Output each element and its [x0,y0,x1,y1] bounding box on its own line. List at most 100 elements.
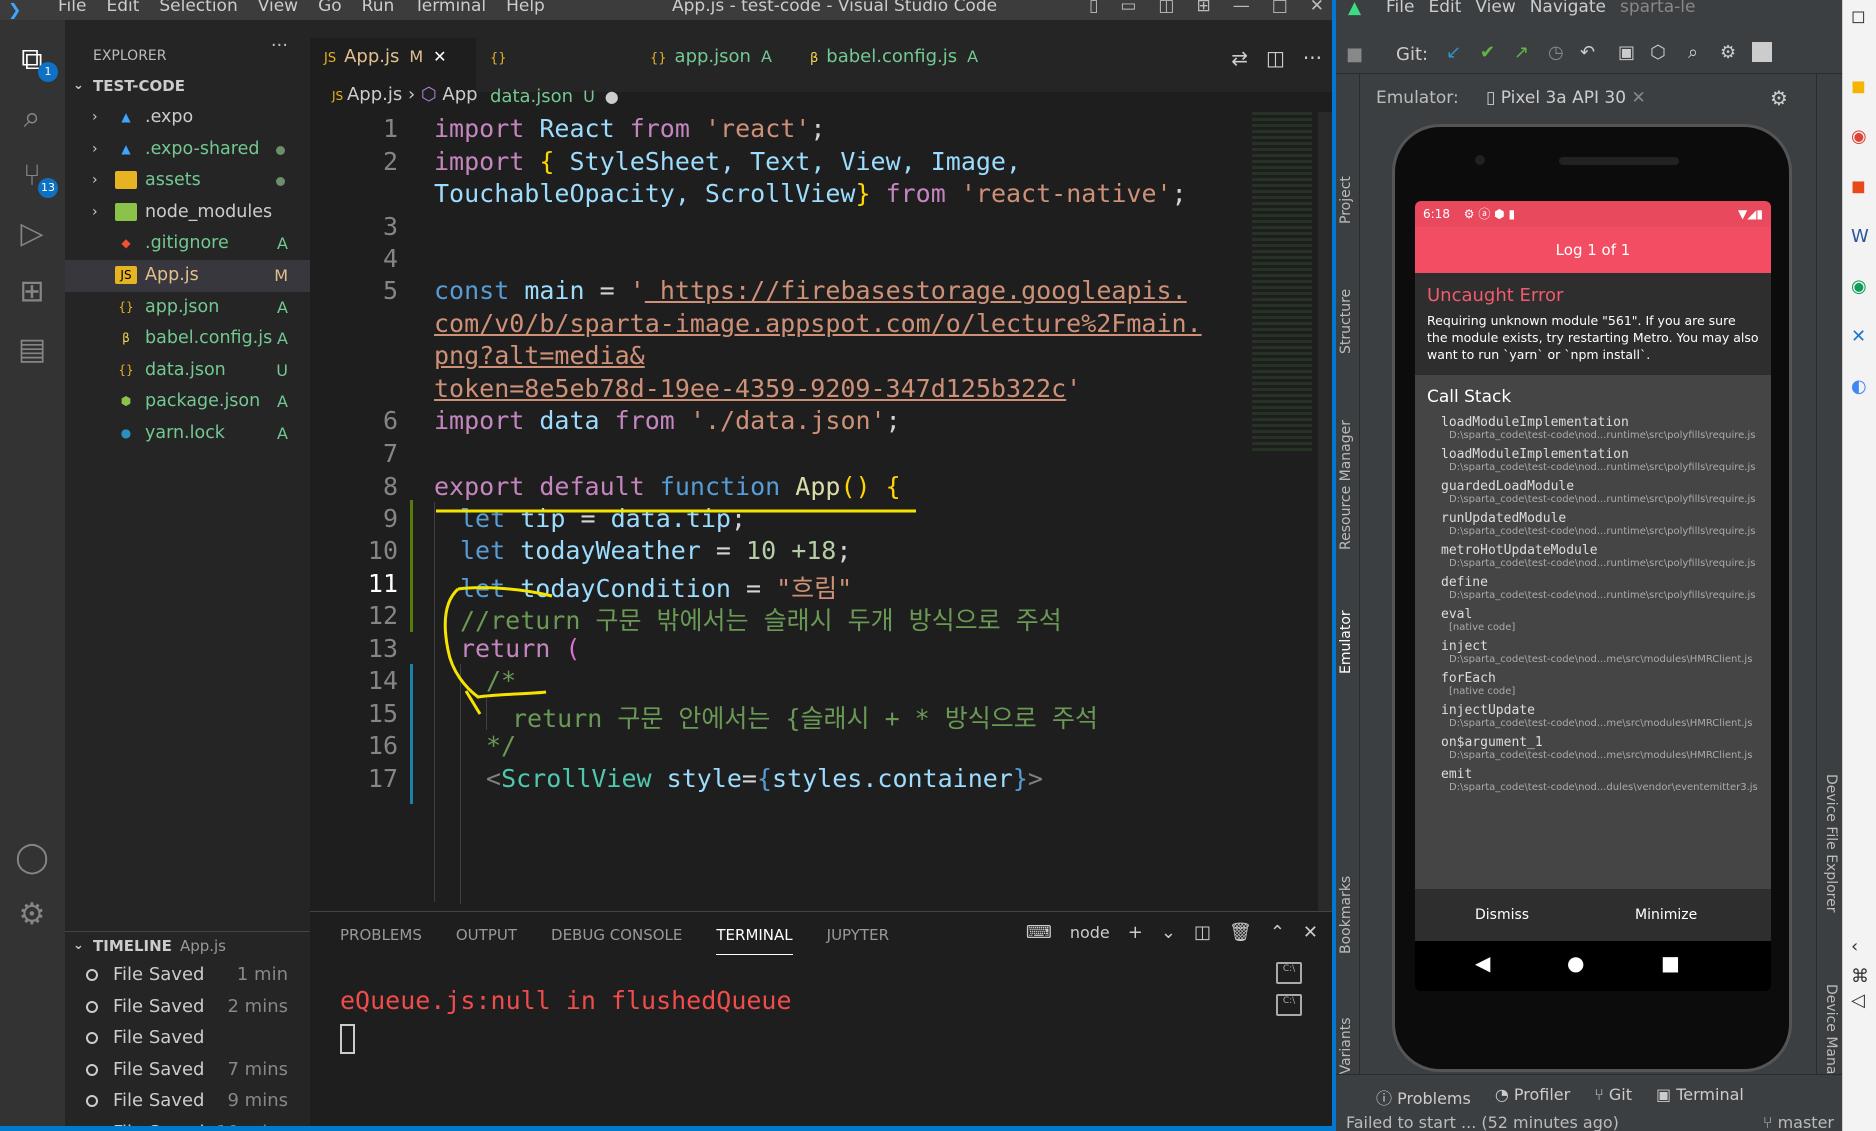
as-menu-file[interactable]: File [1386,0,1414,17]
tab-problems[interactable]: PROBLEMS [340,926,422,955]
as-menu-edit[interactable]: Edit [1428,0,1461,17]
settings-gear-icon[interactable]: ⚙ [1720,42,1736,63]
stack-frame[interactable]: inject D:\sparta_code\test-code\nod...me\… [1427,639,1759,665]
stack-frame[interactable]: loadModuleImplementation D:\sparta_code\t… [1427,447,1759,473]
rollback-icon[interactable]: ↶ [1580,42,1595,63]
tool-problems[interactable]: ⓘ Problems [1376,1085,1471,1109]
account-icon[interactable]: ◯ [12,838,52,878]
breadcrumb-file[interactable]: App.js [347,84,402,105]
tree-item-package-json[interactable]: ⬢ package.json A [65,386,310,418]
compare-changes-icon[interactable]: ⇄ [1231,46,1248,70]
search-icon[interactable]: ⌕ [12,98,52,138]
tab-jupyter[interactable]: JUPYTER [827,926,889,955]
home-icon[interactable]: ● [1567,951,1584,975]
stack-frame[interactable]: runUpdatedModule D:\sparta_code\test-code… [1427,511,1759,537]
as-menu-view[interactable]: View [1475,0,1515,17]
tree-item-gitignore[interactable]: ◆ .gitignore A [65,228,310,260]
dismiss-button[interactable]: Dismiss [1475,907,1529,923]
tab-debug-console[interactable]: DEBUG CONSOLE [551,926,682,955]
run-debug-icon[interactable]: ▷ [12,214,52,254]
timeline-item[interactable]: File Saved 9 mins [65,1085,310,1117]
stack-frame[interactable]: metroHotUpdateModule D:\sparta_code\test-… [1427,543,1759,569]
tool-git[interactable]: ⑂ Git [1594,1085,1632,1109]
layout-custom-icon[interactable]: ⊞ [1196,0,1210,16]
menu-edit[interactable]: Edit [106,0,139,16]
timeline-item[interactable]: File Saved 1 min [65,959,310,991]
back-icon[interactable]: ◀ [1475,951,1490,975]
tree-item-yarn-lock[interactable]: ● yarn.lock A [65,418,310,450]
tab-app-json[interactable]: {} app.json A [636,38,796,92]
tool-terminal[interactable]: ▣ Terminal [1656,1085,1744,1109]
menu-file[interactable]: File [58,0,86,16]
layout-panel-icon[interactable]: ▭ [1120,0,1136,16]
breadcrumb-symbol[interactable]: App [442,84,477,105]
explorer-icon[interactable]: ⧉ 1 [12,40,58,82]
stop-icon[interactable]: ■ [1346,44,1363,65]
chevron-down-icon[interactable]: ⌄ [1161,922,1176,943]
app-icon[interactable]: ◼ [1851,76,1866,97]
network-icon[interactable]: ⌘ [1851,966,1869,987]
tool-project[interactable]: Project [1338,176,1354,224]
chrome-icon[interactable]: ◉ [1851,126,1867,147]
timeline-item[interactable]: File Saved 7 mins [65,1054,310,1086]
menu-go[interactable]: Go [318,0,342,16]
app-icon[interactable]: ◼ [1851,176,1866,197]
tool-emulator[interactable]: Emulator [1338,610,1354,674]
tab-device[interactable]: ▯ Pixel 3a API 30 ✕ [1486,88,1646,108]
tool-profiler[interactable]: ◔ Profiler [1495,1085,1570,1109]
tree-item-app-json[interactable]: {} app.json A [65,292,310,324]
more-actions-icon[interactable]: ··· [1303,46,1322,70]
editor-scrollbar[interactable] [1318,112,1332,911]
sdk-icon[interactable]: ⬡ [1650,42,1666,63]
stack-frame[interactable]: injectUpdate D:\sparta_code\test-code\nod… [1427,703,1759,729]
git-update-icon[interactable]: ↙ [1446,42,1461,63]
search-icon[interactable]: ⌕ [1688,42,1698,63]
git-push-icon[interactable]: ↗ [1514,42,1529,63]
minimize-button[interactable]: Minimize [1635,907,1697,923]
call-stack[interactable]: Call Stack loadModuleImplementation D:\sp… [1415,375,1771,889]
stack-frame[interactable]: emit D:\sparta_code\test-code\nod...dules… [1427,767,1759,793]
tree-item-data-json[interactable]: {} data.json U [65,355,310,387]
menu-selection[interactable]: Selection [159,0,237,16]
trash-icon[interactable]: 🗑 [1229,922,1252,943]
maximize-panel-icon[interactable]: ⌃ [1270,922,1285,943]
tab-output[interactable]: OUTPUT [456,926,517,955]
tree-item-expo[interactable]: › ▲ .expo [65,102,310,134]
menu-terminal[interactable]: Terminal [414,0,486,16]
add-terminal-icon[interactable]: + [1128,922,1143,943]
recents-icon[interactable]: ■ [1661,951,1680,975]
tree-item-assets[interactable]: › assets [65,165,310,197]
tab-babel-config[interactable]: β babel.config.js A [796,38,986,92]
split-terminal-icon[interactable]: ◫ [1194,922,1211,943]
volume-icon[interactable]: ◁ [1851,990,1865,1011]
tool-structure[interactable]: Structure [1338,289,1354,354]
tree-item-app-js[interactable]: JS App.js M [65,259,310,292]
tool-resource-manager[interactable]: Resource Manager [1338,420,1354,550]
terminal-shell-select[interactable]: node [1070,923,1110,942]
emulator-settings-icon[interactable]: ⚙ [1770,86,1788,110]
tool-device-file-explorer[interactable]: Device File Explorer [1823,774,1839,913]
layout-sidebar-icon[interactable]: ▯ [1089,0,1098,16]
menu-help[interactable]: Help [506,0,545,16]
terminal-cursor[interactable] [340,1024,355,1054]
app-icon[interactable]: ◻ [1851,6,1866,27]
timeline-item[interactable]: File Saved [65,1022,310,1054]
minimap[interactable] [1252,112,1312,452]
tab-data-json[interactable]: {} data.json U ● [476,38,636,107]
source-control-icon[interactable]: ⑂ 13 [12,156,58,198]
split-editor-icon[interactable]: ◫ [1266,46,1285,70]
word-icon[interactable]: W [1851,226,1869,247]
chrome-icon[interactable]: ◉ [1851,276,1867,297]
as-menu-navigate[interactable]: Navigate [1530,0,1606,17]
chevron-left-icon[interactable]: ‹ [1851,936,1858,957]
stack-frame[interactable]: forEach [native code] [1427,671,1759,697]
code-area[interactable]: 1 2 3 4 5 6 7 8 9 10 11 12 13 14 15 16 1… [310,112,1332,911]
minimize-icon[interactable]: — [1233,0,1250,16]
extensions-icon[interactable]: ⊞ [12,272,52,312]
git-branch[interactable]: ⑂ master [1763,1113,1834,1131]
app-icon[interactable]: ◐ [1851,376,1867,397]
timeline-item[interactable]: File Saved 2 mins [65,991,310,1023]
workspace-folder-header[interactable]: ⌄ TEST-CODE [65,68,310,96]
tree-item-babel-config[interactable]: β babel.config.js A [65,323,310,355]
stack-frame[interactable]: on$argument_1 D:\sparta_code\test-code\no… [1427,735,1759,761]
